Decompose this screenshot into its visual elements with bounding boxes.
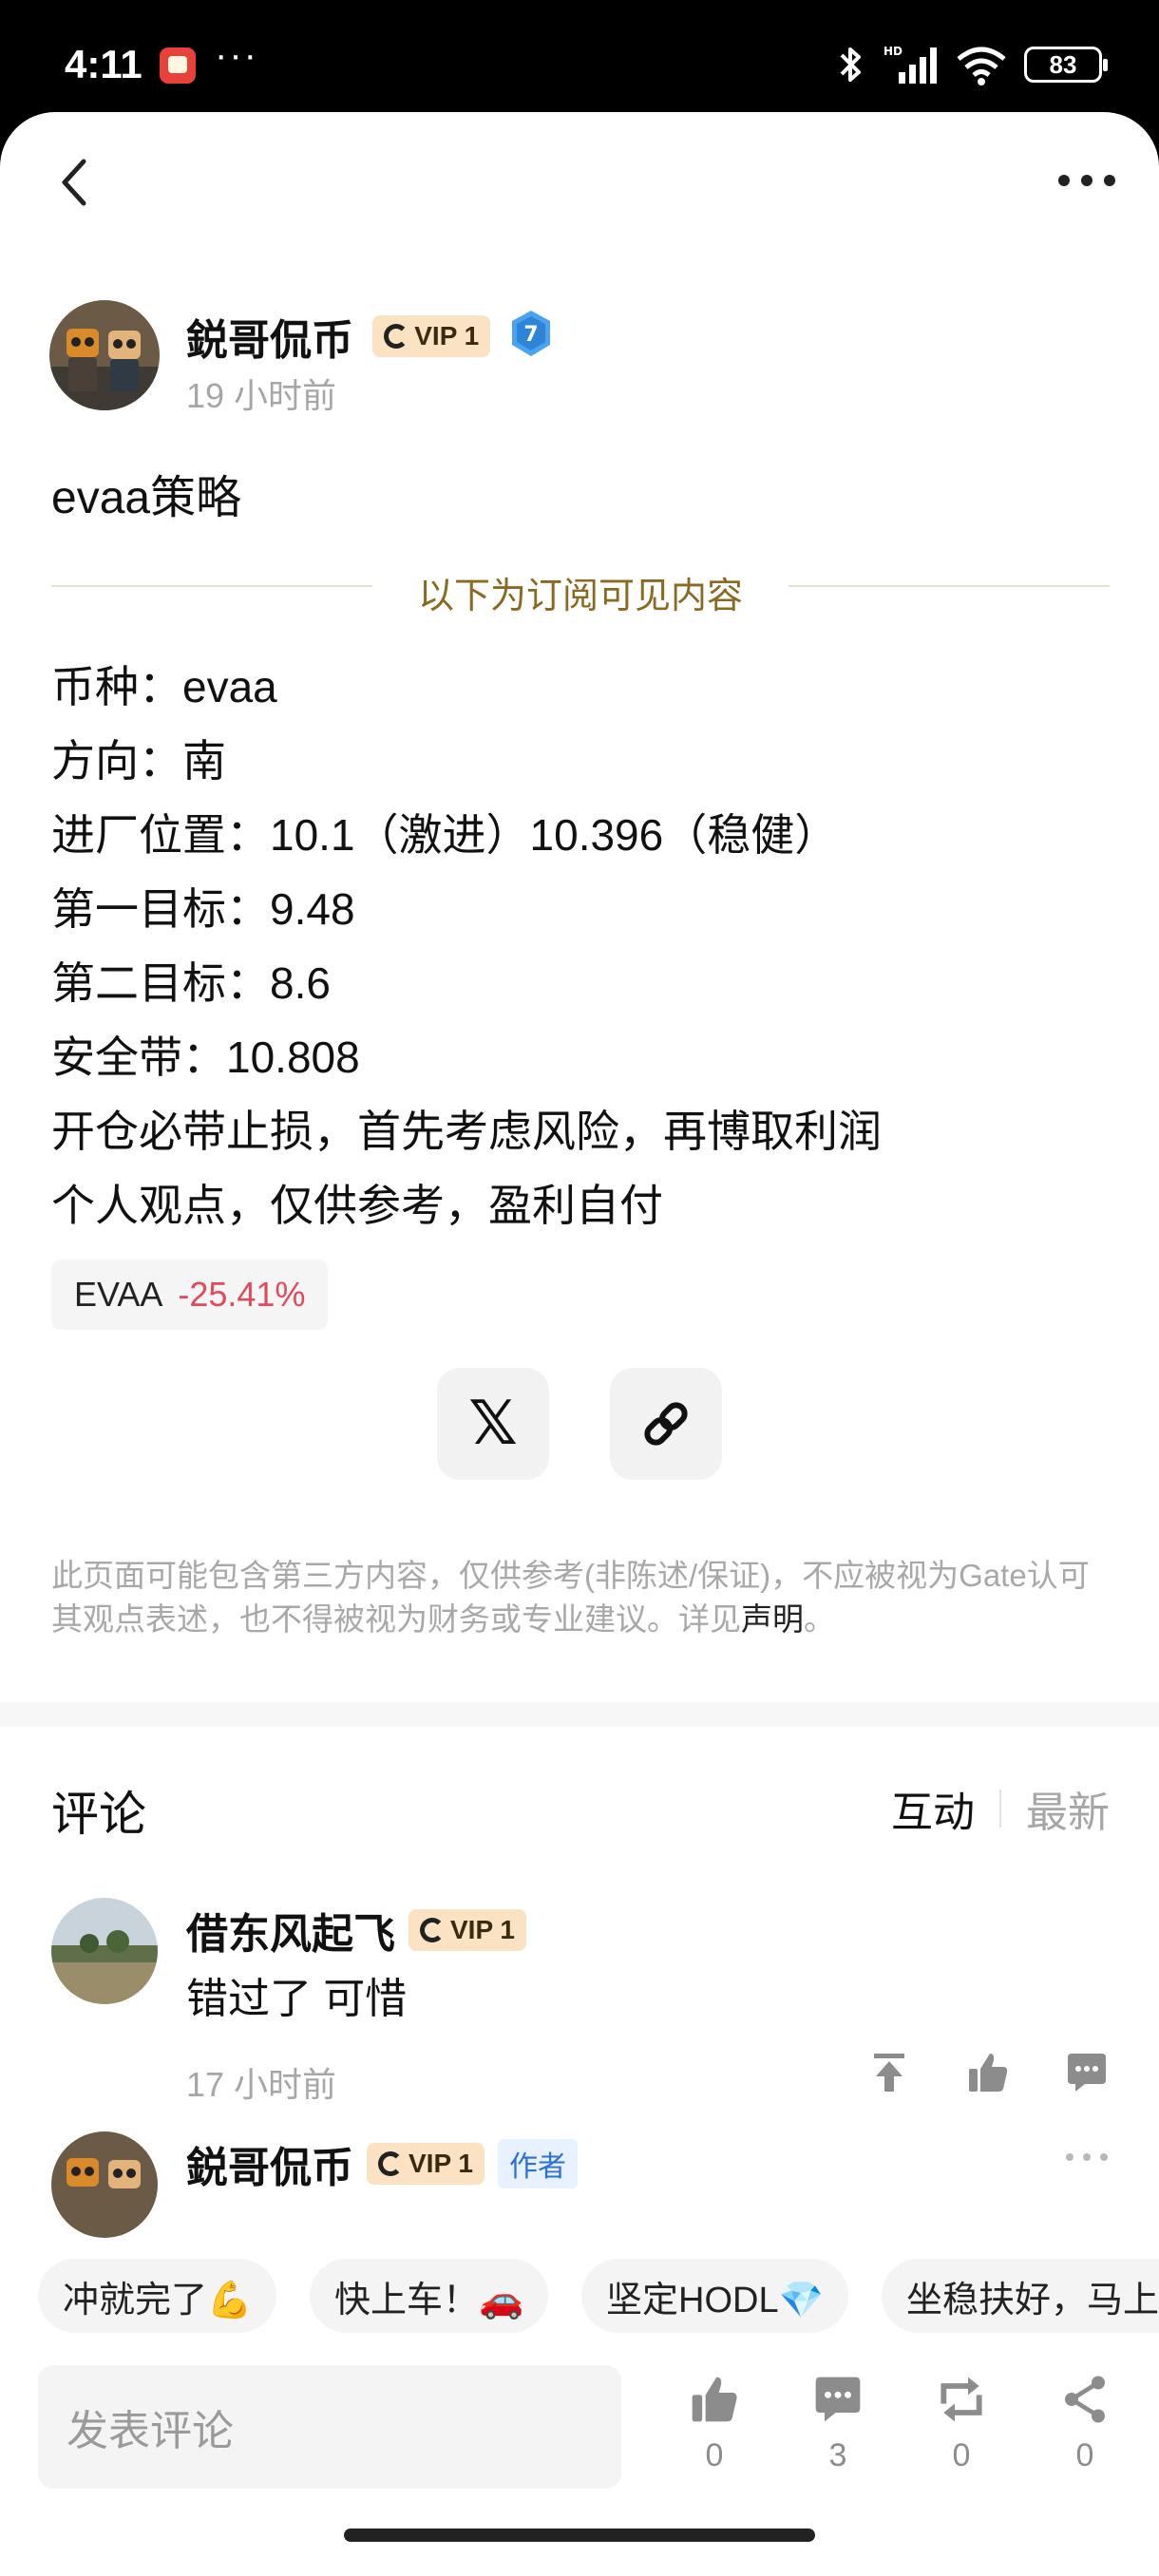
repost-count: 0 bbox=[952, 2437, 971, 2473]
disclaimer-link[interactable]: 声明 bbox=[741, 1601, 804, 1637]
quick-reply-chip[interactable]: 冲就完了💪 bbox=[38, 2259, 277, 2333]
disclaimer: 此页面可能包含第三方内容，仅供参考(非陈述/保证)，不应被视为Gate认可其观点… bbox=[51, 1554, 1112, 1641]
level-number: 7 bbox=[524, 323, 539, 347]
vip-badge: VIP 1 bbox=[367, 2143, 484, 2185]
commenter-name[interactable]: 借东风起飞 VIP 1 bbox=[186, 1900, 526, 1960]
thumbs-up-icon bbox=[692, 2377, 737, 2422]
coin-name: EVAA bbox=[74, 1275, 163, 1314]
commenter-name-text: 借东风起飞 bbox=[186, 1911, 395, 1958]
battery-icon: 83 bbox=[1024, 47, 1108, 83]
post-detail-page: 鋭哥侃币 VIP 1 7 19 小时前 evaa策略 以下为订阅可见内容 币种：… bbox=[0, 112, 1159, 2576]
author-avatar[interactable] bbox=[49, 300, 160, 410]
comment-item: 鋭哥侃币 VIP 1 作者 bbox=[51, 2131, 1110, 2245]
share-icon bbox=[1065, 2376, 1105, 2423]
copy-link-button[interactable] bbox=[610, 1368, 722, 1480]
quick-reply-chip[interactable]: 坚定HODL💎 bbox=[581, 2259, 848, 2333]
svg-text:HD: HD bbox=[884, 45, 902, 58]
status-more: ··· bbox=[215, 34, 258, 76]
repost-icon bbox=[940, 2377, 982, 2422]
coin-tag[interactable]: EVAA -25.41% bbox=[51, 1260, 329, 1330]
share-count: 0 bbox=[1075, 2437, 1094, 2473]
body-line: 个人观点，仅供参考，盈利自付 bbox=[51, 1181, 663, 1230]
status-time: 4:11 bbox=[65, 42, 142, 86]
body-line: 第一目标：9.48 bbox=[51, 884, 355, 934]
subscription-divider: 以下为订阅可见内容 bbox=[51, 557, 1110, 616]
body-line: 币种：evaa bbox=[51, 662, 277, 711]
share-x-button[interactable]: 𝕏 bbox=[437, 1368, 549, 1480]
vip-label: VIP 1 bbox=[414, 321, 480, 350]
vip-badge: VIP 1 bbox=[372, 315, 491, 357]
quick-reply-bar: 冲就完了💪 快上车！🚗 坚定HODL💎 坐稳扶好，马上起飞 bbox=[0, 2247, 1159, 2346]
signal-icon: HD bbox=[884, 45, 937, 84]
comment-item: 借东风起飞 VIP 1 错过了 可惜 17 小时前 bbox=[51, 1898, 1110, 2107]
post-title: evaa策略 bbox=[51, 473, 242, 523]
comment-input[interactable]: 发表评论 bbox=[38, 2365, 621, 2489]
comment-stat[interactable]: 3 bbox=[800, 2373, 876, 2474]
comments-title: 评论 bbox=[51, 1788, 146, 1841]
sort-separator bbox=[999, 1790, 1001, 1828]
comment-count: 3 bbox=[828, 2437, 847, 2473]
post-timestamp: 19 小时前 bbox=[186, 376, 337, 415]
comment-timestamp: 17 小时前 bbox=[186, 2065, 337, 2104]
comment-text: 错过了 可惜 bbox=[186, 1976, 408, 2022]
vip-label: VIP 1 bbox=[450, 1915, 515, 1944]
post-body: 币种：evaa 方向：南 进厂位置：10.1（激进）10.396（稳健） 第一目… bbox=[51, 650, 1115, 1242]
bluetooth-icon bbox=[840, 47, 861, 82]
commenter-name-text: 鋭哥侃币 bbox=[186, 2145, 353, 2191]
link-icon bbox=[644, 1402, 688, 1446]
vip-badge: VIP 1 bbox=[408, 1909, 526, 1951]
commenter-avatar[interactable] bbox=[51, 2131, 158, 2238]
comment-bubble-icon bbox=[815, 2377, 861, 2422]
app-notification-icon bbox=[160, 47, 196, 84]
status-bar: 4:11 ··· HD 83 bbox=[0, 0, 1159, 112]
commenter-avatar[interactable] bbox=[51, 1898, 158, 2004]
disclaimer-text: 此页面可能包含第三方内容，仅供参考(非陈述/保证)，不应被视为Gate认可其观点… bbox=[51, 1558, 1090, 1637]
sort-tab-latest[interactable]: 最新 bbox=[1026, 1778, 1110, 1839]
home-indicator bbox=[344, 2529, 815, 2542]
wifi-icon bbox=[957, 47, 1006, 85]
vip-label: VIP 1 bbox=[408, 2149, 473, 2178]
back-arrow-icon[interactable] bbox=[53, 154, 95, 211]
quick-reply-chip[interactable]: 坐稳扶好，马上起飞 bbox=[882, 2259, 1159, 2333]
author-name-text: 鋭哥侃币 bbox=[186, 317, 353, 364]
body-line: 第二目标：8.6 bbox=[51, 958, 331, 1008]
vip-icon bbox=[384, 324, 409, 349]
commenter-name[interactable]: 鋭哥侃币 VIP 1 作者 bbox=[186, 2133, 578, 2194]
body-line: 开仓必带止损，首先考虑风险，再博取利润 bbox=[51, 1107, 882, 1156]
comments-header: 评论 互动 最新 bbox=[51, 1767, 1110, 1843]
more-options-icon[interactable] bbox=[1056, 169, 1117, 192]
like-stat[interactable]: 0 bbox=[676, 2373, 752, 2474]
quick-reply-chip[interactable]: 快上车！🚗 bbox=[310, 2259, 549, 2333]
comment-more-icon[interactable] bbox=[1064, 2150, 1110, 2164]
coin-change: -25.41% bbox=[178, 1275, 306, 1314]
author-header: 鋭哥侃币 VIP 1 7 19 小时前 bbox=[49, 300, 1110, 415]
pin-to-top-icon[interactable] bbox=[866, 2050, 912, 2095]
body-line: 安全带：10.808 bbox=[51, 1032, 360, 1082]
repost-stat[interactable]: 0 bbox=[923, 2373, 999, 2474]
body-line: 方向：南 bbox=[51, 736, 226, 786]
author-tag: 作者 bbox=[497, 2139, 578, 2188]
subscription-divider-text: 以下为订阅可见内容 bbox=[417, 577, 743, 616]
author-name[interactable]: 鋭哥侃币 VIP 1 7 bbox=[186, 306, 553, 367]
vip-icon bbox=[378, 2151, 403, 2176]
like-count: 0 bbox=[705, 2437, 724, 2473]
x-logo-icon: 𝕏 bbox=[468, 1389, 518, 1459]
comment-actions bbox=[866, 2050, 1110, 2095]
vip-icon bbox=[420, 1918, 445, 1942]
share-stat[interactable]: 0 bbox=[1047, 2373, 1123, 2474]
disclaimer-end: 。 bbox=[804, 1601, 835, 1637]
body-line: 进厂位置：10.1（激进）10.396（稳健） bbox=[51, 810, 839, 860]
section-divider bbox=[0, 1702, 1159, 1727]
level-shield-icon: 7 bbox=[512, 311, 551, 356]
divider-line-right bbox=[788, 585, 1110, 587]
sort-tab-interactive[interactable]: 互动 bbox=[891, 1778, 975, 1839]
reply-icon[interactable] bbox=[1064, 2050, 1110, 2095]
like-icon[interactable] bbox=[965, 2050, 1011, 2095]
comment-sort-tabs: 互动 最新 bbox=[891, 1778, 1110, 1839]
